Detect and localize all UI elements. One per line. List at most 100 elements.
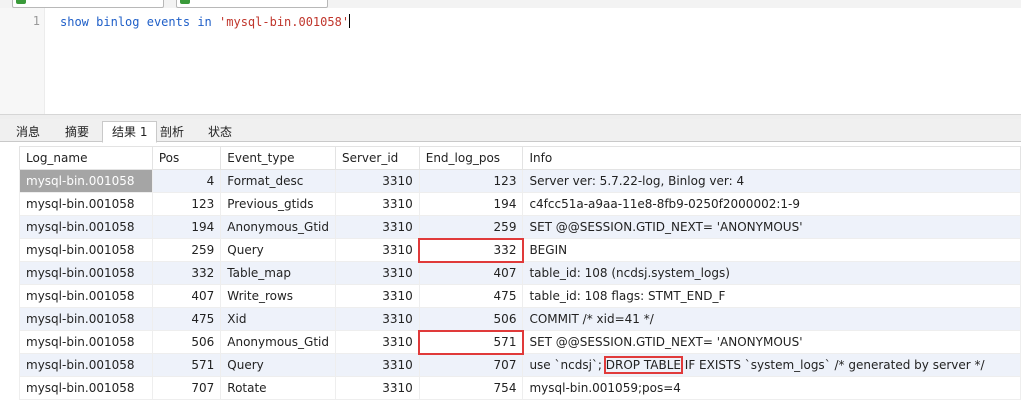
cell-end-log-pos[interactable]: 123 bbox=[418, 169, 524, 193]
cell-server-id[interactable]: 3310 bbox=[334, 307, 420, 331]
cell-info[interactable]: SET @@SESSION.GTID_NEXT= 'ANONYMOUS' bbox=[522, 215, 1021, 239]
cell-pos[interactable]: 259 bbox=[151, 238, 222, 262]
column-header-info[interactable]: Info bbox=[522, 146, 1021, 170]
cell-log-name[interactable]: mysql-bin.001058 bbox=[19, 238, 153, 262]
info-text: IF EXISTS `system_logs` /* generated by … bbox=[680, 358, 985, 372]
keyword-binlog: binlog bbox=[96, 15, 140, 29]
cell-event-type[interactable]: Previous_gtids bbox=[220, 192, 336, 216]
string-literal: 'mysql-bin.001058' bbox=[219, 15, 350, 29]
result-grid: Log_name Pos Event_type Server_id End_lo… bbox=[19, 146, 1021, 400]
sql-editor[interactable]: 1 show binlog events in 'mysql-bin.00105… bbox=[0, 8, 1021, 114]
cell-log-name[interactable]: mysql-bin.001058 bbox=[19, 307, 153, 331]
cell-log-name[interactable]: mysql-bin.001058 bbox=[19, 353, 153, 377]
table-row[interactable]: mysql-bin.001058 571 Query 3310 707 use … bbox=[19, 353, 1021, 377]
cell-info[interactable]: mysql-bin.001059;pos=4 bbox=[522, 376, 1021, 400]
cell-info[interactable]: COMMIT /* xid=41 */ bbox=[522, 307, 1021, 331]
highlighted-end-log-pos-cell[interactable]: 332 bbox=[418, 237, 524, 263]
column-header-server-id[interactable]: Server_id bbox=[334, 146, 420, 170]
highlighted-end-log-pos-cell[interactable]: 571 bbox=[418, 329, 524, 355]
tab-summary[interactable]: 摘要 bbox=[55, 121, 99, 143]
cell-end-log-pos[interactable]: 707 bbox=[418, 353, 524, 377]
cell-info[interactable]: SET @@SESSION.GTID_NEXT= 'ANONYMOUS' bbox=[522, 330, 1021, 354]
cell-event-type[interactable]: Anonymous_Gtid bbox=[220, 215, 336, 239]
table-row[interactable]: mysql-bin.001058 506 Anonymous_Gtid 3310… bbox=[19, 329, 1021, 355]
cell-end-log-pos[interactable]: 259 bbox=[418, 215, 524, 239]
cell-server-id[interactable]: 3310 bbox=[334, 353, 420, 377]
cell-event-type[interactable]: Query bbox=[220, 238, 336, 262]
cell-server-id[interactable]: 3310 bbox=[334, 215, 420, 239]
database-icon bbox=[180, 0, 190, 4]
table-row[interactable]: mysql-bin.001058 123 Previous_gtids 3310… bbox=[19, 192, 1021, 216]
info-text: use `ncdsj`; bbox=[529, 358, 606, 372]
keyword-in: in bbox=[197, 15, 212, 29]
cell-event-type[interactable]: Xid bbox=[220, 307, 336, 331]
cell-pos[interactable]: 4 bbox=[151, 169, 222, 193]
cell-pos[interactable]: 332 bbox=[151, 261, 222, 285]
cell-server-id[interactable]: 3310 bbox=[334, 192, 420, 216]
cell-info[interactable]: BEGIN bbox=[522, 238, 1021, 262]
cell-info[interactable]: Server ver: 5.7.22-log, Binlog ver: 4 bbox=[522, 169, 1021, 193]
cell-event-type[interactable]: Query bbox=[220, 353, 336, 377]
cell-event-type[interactable]: Write_rows bbox=[220, 284, 336, 308]
cell-end-log-pos[interactable]: 194 bbox=[418, 192, 524, 216]
cell-pos[interactable]: 506 bbox=[151, 330, 222, 354]
table-row[interactable]: mysql-bin.001058 194 Anonymous_Gtid 3310… bbox=[19, 215, 1021, 239]
table-row[interactable]: mysql-bin.001058 332 Table_map 3310 407 … bbox=[19, 261, 1021, 285]
column-header-end-log-pos[interactable]: End_log_pos bbox=[418, 146, 524, 170]
cell-end-log-pos[interactable]: 407 bbox=[418, 261, 524, 285]
cell-server-id[interactable]: 3310 bbox=[334, 169, 420, 193]
table-row[interactable]: mysql-bin.001058 259 Query 3310 332 BEGI… bbox=[19, 237, 1021, 263]
cell-end-log-pos[interactable]: 754 bbox=[418, 376, 524, 400]
column-header-event-type[interactable]: Event_type bbox=[220, 146, 336, 170]
cell-pos[interactable]: 123 bbox=[151, 192, 222, 216]
header-row: Log_name Pos Event_type Server_id End_lo… bbox=[19, 146, 1021, 170]
column-header-pos[interactable]: Pos bbox=[151, 146, 222, 170]
tab-profile[interactable]: 剖析 bbox=[150, 121, 194, 143]
tab-status[interactable]: 状态 bbox=[198, 121, 242, 143]
line-number: 1 bbox=[32, 14, 40, 28]
keyword-show: show bbox=[60, 15, 89, 29]
cell-event-type[interactable]: Anonymous_Gtid bbox=[220, 330, 336, 354]
cell-info[interactable]: table_id: 108 flags: STMT_END_F bbox=[522, 284, 1021, 308]
drop-table-highlight: DROP TABLE bbox=[603, 356, 683, 374]
cell-pos[interactable]: 571 bbox=[151, 353, 222, 377]
cell-server-id[interactable]: 3310 bbox=[334, 284, 420, 308]
table-row[interactable]: mysql-bin.001058 707 Rotate 3310 754 mys… bbox=[19, 376, 1021, 400]
database-select[interactable] bbox=[176, 0, 328, 8]
cell-log-name[interactable]: mysql-bin.001058 bbox=[19, 376, 153, 400]
cell-pos[interactable]: 475 bbox=[151, 307, 222, 331]
cell-pos[interactable]: 407 bbox=[151, 284, 222, 308]
cell-end-log-pos[interactable]: 506 bbox=[418, 307, 524, 331]
connection-select[interactable] bbox=[12, 0, 164, 8]
line-gutter: 1 bbox=[0, 8, 45, 114]
table-row[interactable]: mysql-bin.001058 4 Format_desc 3310 123 … bbox=[19, 169, 1021, 193]
tab-messages[interactable]: 消息 bbox=[6, 121, 50, 143]
cell-pos[interactable]: 194 bbox=[151, 215, 222, 239]
connection-icon bbox=[16, 0, 26, 4]
cell-info[interactable]: use `ncdsj`; DROP TABLE IF EXISTS `syste… bbox=[522, 353, 1021, 377]
cell-log-name[interactable]: mysql-bin.001058 bbox=[19, 215, 153, 239]
table-row[interactable]: mysql-bin.001058 407 Write_rows 3310 475… bbox=[19, 284, 1021, 308]
table-row[interactable]: mysql-bin.001058 475 Xid 3310 506 COMMIT… bbox=[19, 307, 1021, 331]
cell-log-name[interactable]: mysql-bin.001058 bbox=[19, 261, 153, 285]
cell-log-name[interactable]: mysql-bin.001058 bbox=[19, 284, 153, 308]
cell-pos[interactable]: 707 bbox=[151, 376, 222, 400]
cell-event-type[interactable]: Table_map bbox=[220, 261, 336, 285]
text-caret bbox=[349, 14, 351, 28]
cell-event-type[interactable]: Format_desc bbox=[220, 169, 336, 193]
result-tabs: 消息 摘要 结果 1 剖析 状态 bbox=[0, 119, 1021, 143]
cell-log-name[interactable]: mysql-bin.001058 bbox=[19, 192, 153, 216]
sql-code[interactable]: show binlog events in 'mysql-bin.001058' bbox=[60, 14, 351, 29]
cell-server-id[interactable]: 3310 bbox=[334, 376, 420, 400]
column-header-log-name[interactable]: Log_name bbox=[19, 146, 153, 170]
cell-info[interactable]: c4fcc51a-a9aa-11e8-8fb9-0250f2000002:1-9 bbox=[522, 192, 1021, 216]
cell-server-id[interactable]: 3310 bbox=[334, 330, 420, 354]
keyword-events: events bbox=[146, 15, 191, 29]
cell-end-log-pos[interactable]: 475 bbox=[418, 284, 524, 308]
cell-event-type[interactable]: Rotate bbox=[220, 376, 336, 400]
cell-server-id[interactable]: 3310 bbox=[334, 238, 420, 262]
cell-log-name[interactable]: mysql-bin.001058 bbox=[19, 330, 153, 354]
cell-server-id[interactable]: 3310 bbox=[334, 261, 420, 285]
cell-log-name[interactable]: mysql-bin.001058 bbox=[19, 169, 153, 193]
cell-info[interactable]: table_id: 108 (ncdsj.system_logs) bbox=[522, 261, 1021, 285]
